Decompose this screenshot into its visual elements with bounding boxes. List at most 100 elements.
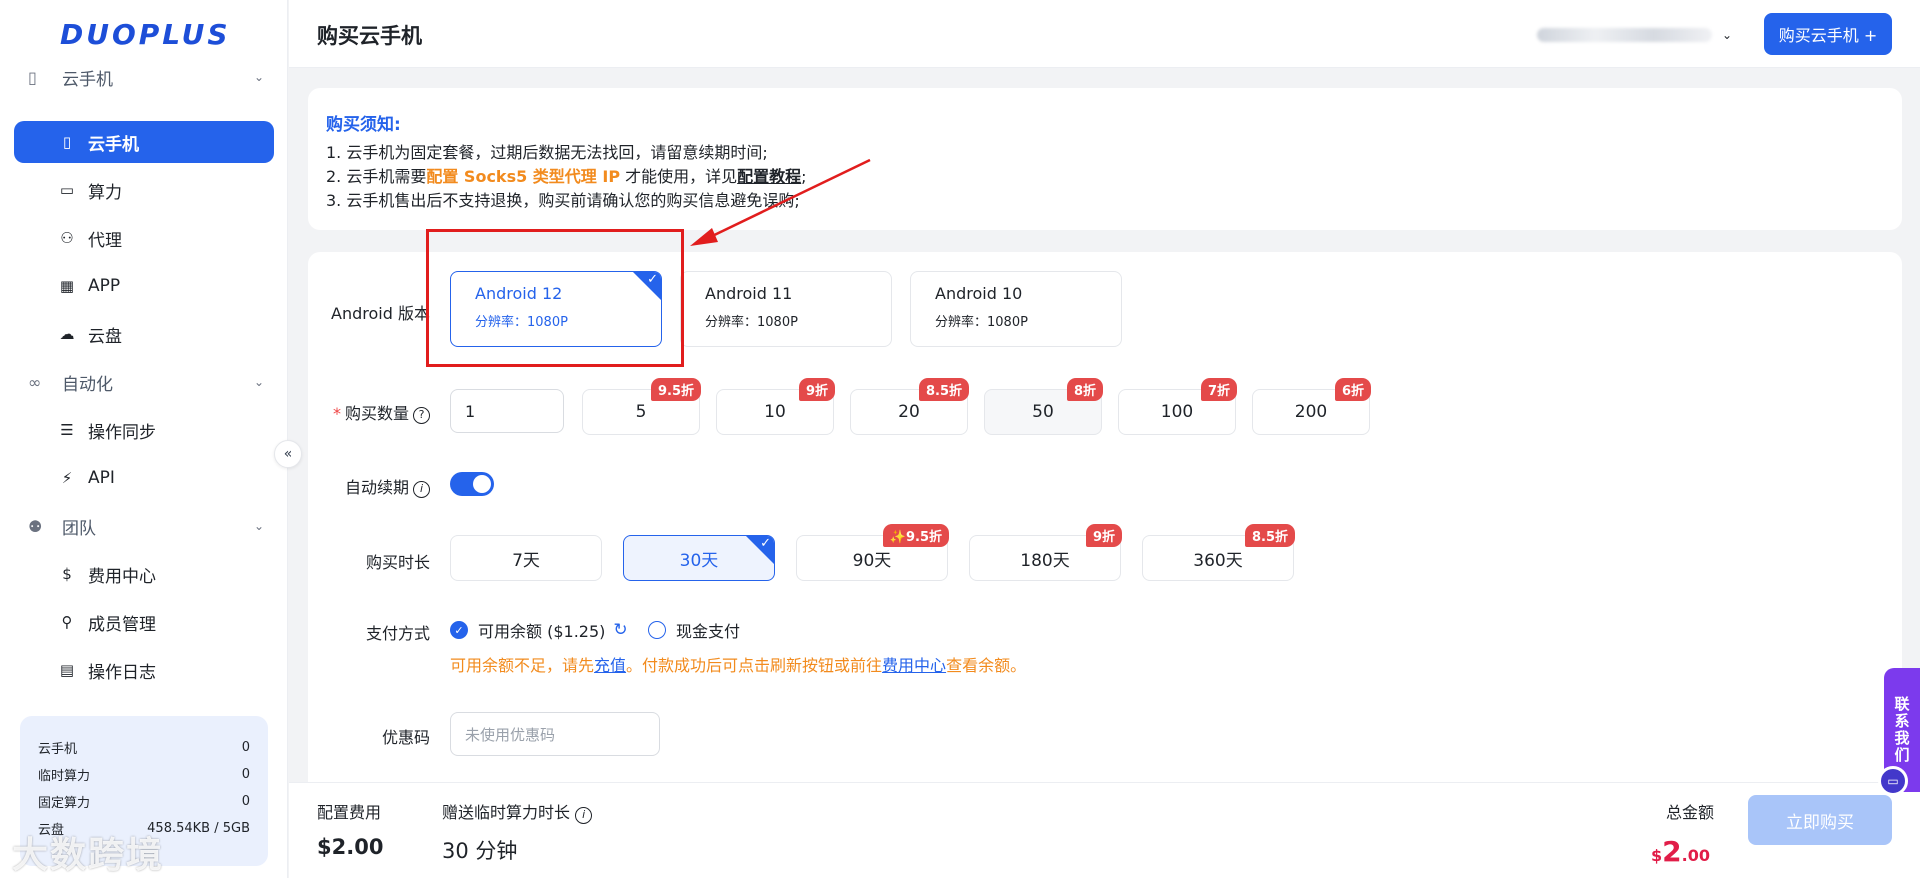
- duration-option-360d[interactable]: 360天 8.5折: [1142, 524, 1295, 581]
- coupon-input[interactable]: 未使用优惠码: [450, 712, 660, 756]
- quantity-option-10[interactable]: 10 9折: [716, 378, 835, 435]
- nav-group-team[interactable]: ⚉ 团队 ⌄: [28, 506, 264, 546]
- sidebar-item-cloud-disk[interactable]: ☁ 云盘: [14, 313, 274, 355]
- quantity-option-20[interactable]: 20 8.5折: [850, 378, 969, 435]
- usage-label: 固定算力: [38, 796, 91, 811]
- layers-icon: ☰: [60, 421, 74, 439]
- sidebar-item-compute[interactable]: ▭ 算力: [14, 169, 274, 211]
- grid-icon: ▦: [59, 277, 75, 295]
- team-icon: ⚉: [28, 516, 43, 536]
- sidebar-item-members[interactable]: ⚲ 成员管理: [14, 601, 274, 643]
- notice-title: 购买须知:: [326, 115, 401, 135]
- duration-option-30d[interactable]: 30天 ✓: [623, 535, 775, 581]
- buy-cloud-phone-button[interactable]: 购买云手机 +: [1764, 13, 1892, 55]
- option-value: 5: [635, 402, 647, 422]
- account-menu[interactable]: ⌄: [1532, 22, 1732, 48]
- sidebar-item-label: 成员管理: [88, 614, 156, 635]
- sidebar-item-label: APP: [88, 276, 121, 296]
- discount-badge: 7折: [1200, 378, 1237, 401]
- annotation-arrow: [690, 158, 871, 246]
- nav-group-cloud-phone[interactable]: ▯ 云手机 ⌄: [28, 57, 264, 97]
- sidebar-item-label: 操作同步: [88, 422, 156, 443]
- plug-icon: ⚡: [61, 469, 73, 487]
- version-resolution: 分辨率：1080P: [935, 315, 1028, 330]
- duration-option-7d[interactable]: 7天: [450, 535, 602, 581]
- sidebar-item-api[interactable]: ⚡ API: [14, 457, 274, 499]
- chevron-down-icon: ⌄: [1721, 28, 1732, 42]
- warning-text: 可用余额不足，请先: [450, 656, 595, 675]
- quantity-label-text: 购买数量: [344, 404, 409, 423]
- sidebar-item-sync[interactable]: ☰ 操作同步: [14, 409, 274, 451]
- payment-cash-label: 现金支付: [676, 622, 741, 641]
- discount-badge: 8.5折: [1244, 524, 1295, 547]
- total-label: 总金额: [1665, 803, 1714, 822]
- balance-warning: 可用余额不足，请先充值。付款成功后可点击刷新按钮或前往费用中心查看余额。: [450, 652, 1026, 676]
- refresh-icon[interactable]: ↻: [613, 620, 627, 640]
- network-icon: ⚇: [60, 229, 74, 247]
- proxy-config-link[interactable]: 配置 Socks5 类型代理 IP: [426, 167, 620, 186]
- logo[interactable]: DUOPLUS: [60, 18, 231, 51]
- quantity-option-200[interactable]: 200 6折: [1252, 378, 1371, 435]
- quantity-option-100[interactable]: 100 7折: [1118, 378, 1237, 435]
- option-value: 10: [764, 402, 786, 422]
- chat-icon[interactable]: ▭: [1878, 766, 1908, 796]
- nav-group-label: 云手机: [62, 69, 113, 90]
- version-name: Android 10: [935, 284, 1023, 303]
- nav-group-automation[interactable]: ∞ 自动化 ⌄: [28, 362, 264, 402]
- warning-text: 查看余额。: [946, 656, 1027, 675]
- buy-now-button[interactable]: 立即购买: [1748, 795, 1892, 845]
- recharge-link[interactable]: 充值: [594, 656, 626, 675]
- sidebar-item-logs[interactable]: ▤ 操作日志: [14, 649, 274, 691]
- sidebar-item-cloud-phone[interactable]: ▯ 云手机: [14, 121, 274, 163]
- sidebar-item-label: 算力: [88, 182, 122, 203]
- sidebar-item-billing[interactable]: $ 费用中心: [14, 553, 274, 595]
- option-value: 360天: [1193, 550, 1243, 571]
- option-value: 90天: [852, 550, 892, 571]
- auto-renew-toggle[interactable]: [450, 472, 494, 496]
- notice-line: 2. 云手机需要配置 Socks5 类型代理 IP 才能使用，详见配置教程;: [326, 165, 1884, 189]
- cloud-icon: ☁: [59, 325, 75, 343]
- duration-option-90d[interactable]: 90天 ✨9.5折: [796, 524, 949, 581]
- option-value: 30天: [679, 550, 719, 571]
- sidebar-item-label: 代理: [88, 230, 122, 251]
- sidebar-item-app[interactable]: ▦ APP: [14, 265, 274, 307]
- auto-renew-label: 自动续期 i: [290, 474, 430, 498]
- required-mark: *: [332, 404, 341, 423]
- page-title: 购买云手机: [317, 24, 422, 48]
- usage-row: 临时算力 0: [38, 761, 250, 788]
- sidebar-item-label: 操作日志: [88, 662, 156, 683]
- gift-compute-text: 赠送临时算力时长: [442, 803, 571, 822]
- sidebar-item-proxy[interactable]: ⚇ 代理: [14, 217, 274, 259]
- version-option-android-11[interactable]: Android 11 分辨率：1080P: [680, 271, 892, 347]
- version-option-android-10[interactable]: Android 10 分辨率：1080P: [910, 271, 1122, 347]
- check-icon: ✓: [760, 536, 771, 551]
- sidebar-item-label: 云盘: [88, 326, 122, 347]
- gift-compute-label: 赠送临时算力时长 i: [442, 799, 593, 824]
- chevron-down-icon: ⌄: [253, 519, 264, 533]
- sidebar-collapse-button[interactable]: «: [274, 440, 302, 468]
- quantity-input[interactable]: 1: [450, 389, 564, 433]
- option-value: 20: [898, 402, 920, 422]
- usage-row: 云手机 0: [38, 734, 250, 761]
- discount-badge: ✨9.5折: [882, 524, 949, 547]
- notice-line: 3. 云手机售出后不支持退换，购买前请确认您的购买信息避免误购;: [326, 191, 800, 210]
- phone-group-icon: ▯: [28, 67, 37, 87]
- info-icon[interactable]: i: [575, 807, 593, 824]
- quantity-option-50[interactable]: 50 8折: [984, 378, 1103, 435]
- payment-label: 支付方式: [365, 624, 430, 643]
- payment-balance-radio[interactable]: ✓ 可用余额 ($1.25) ↻: [450, 618, 628, 642]
- chevron-down-icon: ⌄: [253, 375, 264, 389]
- option-value: 200: [1294, 402, 1328, 422]
- annotation-highlight-box: [426, 229, 684, 367]
- help-icon[interactable]: ?: [413, 407, 430, 424]
- usage-label: 临时算力: [38, 769, 91, 784]
- auto-renew-text: 自动续期: [344, 478, 409, 497]
- billing-center-link[interactable]: 费用中心: [882, 656, 946, 675]
- sidebar: DUOPLUS ▯ 云手机 ⌄ ▯ 云手机 ▭ 算力 ⚇ 代理 ▦ APP ☁ …: [0, 0, 288, 878]
- payment-cash-radio[interactable]: 现金支付: [648, 618, 740, 642]
- android-version-label: Android 版本: [331, 304, 430, 323]
- duration-option-180d[interactable]: 180天 9折: [969, 524, 1122, 581]
- quantity-option-5[interactable]: 5 9.5折: [582, 378, 701, 435]
- info-icon[interactable]: i: [413, 481, 430, 498]
- notice-text: 2. 云手机需要: [326, 167, 427, 186]
